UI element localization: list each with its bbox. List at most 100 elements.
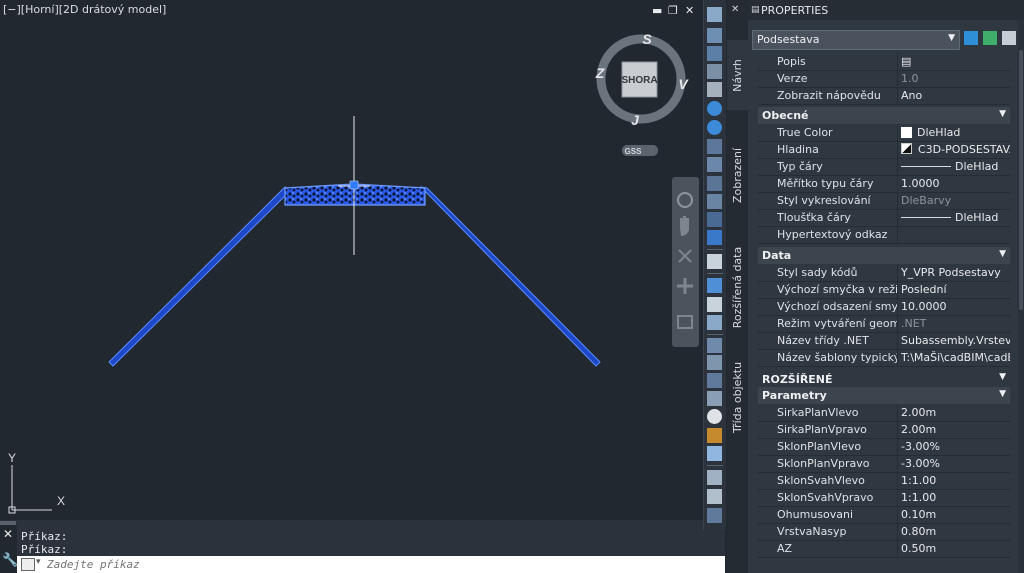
tab-zobrazeni[interactable]: Zobrazení <box>727 128 748 223</box>
property-row[interactable]: Režim vytváření geometrie.NET <box>758 315 1010 333</box>
properties-palette: ▤ PROPERTIES Podsestava ▼ Popis ▤ Verze 1.… <box>748 0 1024 573</box>
command-history-line: Příkaz: <box>21 530 68 543</box>
property-row[interactable]: Styl sady kódů Y_VPR Podsestavy <box>758 264 1010 282</box>
toolbar-separator <box>707 465 723 466</box>
toggle-pickadd-icon[interactable] <box>1002 31 1016 45</box>
toolbar-tool-icon[interactable] <box>707 176 722 191</box>
toolbar-tool-icon[interactable] <box>707 212 722 227</box>
property-row[interactable]: Výchozí smyčka v režimu...Poslední <box>758 281 1010 299</box>
property-row[interactable]: Měřítko typu čáry 1.0000 <box>758 175 1010 193</box>
ucs-x-label: X <box>57 494 65 508</box>
toolbar-tool-icon[interactable] <box>707 230 722 245</box>
command-line-grip[interactable] <box>0 521 16 525</box>
close-icon[interactable]: ✕ <box>731 4 743 16</box>
properties-title-bar[interactable]: ▤ PROPERTIES <box>748 0 1024 20</box>
compass-west: Z <box>595 65 605 81</box>
property-row[interactable]: Hypertextový odkaz <box>758 226 1010 244</box>
property-row[interactable]: Tloušťka čáry DleHlad <box>758 209 1010 227</box>
toolbar-tool-icon[interactable] <box>707 391 722 406</box>
palette-tabs: ✕ Návrh Zobrazení Rozšířená data Třída o… <box>727 0 748 573</box>
toolbar-tool-icon[interactable] <box>707 64 722 79</box>
quick-select-icon[interactable] <box>964 31 978 45</box>
subassembly-drawing[interactable]: SHORA S V J Z GSS <box>0 0 703 520</box>
toolbar-tool-icon[interactable] <box>707 139 722 154</box>
toolbar-tool-icon[interactable] <box>707 315 722 330</box>
select-objects-icon[interactable] <box>983 31 997 45</box>
toolbar-separator <box>707 273 723 274</box>
property-row[interactable]: Výchozí odsazení smyčky...10.0000 <box>758 298 1010 316</box>
property-row[interactable]: SirkaPlanVlevo 2.00m <box>758 404 1010 422</box>
properties-scrollbar[interactable] <box>1018 20 1024 573</box>
category-parametry[interactable]: Parametry ▼ <box>758 387 1010 404</box>
command-history-line: Příkaz: <box>21 543 68 556</box>
toolbar-tool-icon[interactable] <box>707 470 722 485</box>
toolbar-tool-icon[interactable] <box>707 355 722 370</box>
property-row[interactable]: SklonSvahVpravo 1:1.00 <box>758 489 1010 507</box>
viewcube-face-label: SHORA <box>621 75 657 86</box>
property-row[interactable]: Zobrazit nápovědu Ano <box>758 87 1010 105</box>
toolbar-tool-icon[interactable] <box>707 7 722 22</box>
command-icon[interactable] <box>21 558 35 571</box>
property-row[interactable]: Styl vykreslování DleBarvy <box>758 192 1010 210</box>
property-row[interactable]: True Color DleHlad <box>758 124 1010 142</box>
toolbar-tool-icon[interactable] <box>707 194 722 209</box>
property-row[interactable]: SirkaPlanVpravo 2.00m <box>758 421 1010 439</box>
toolbar-tool-icon[interactable] <box>707 508 722 523</box>
toolbar-tool-icon[interactable] <box>707 338 722 353</box>
menu-icon[interactable]: ▤ <box>751 5 760 15</box>
compass-north: S <box>642 31 652 47</box>
toolbar-separator <box>707 249 723 250</box>
wrench-icon[interactable]: 🔧 <box>2 553 18 568</box>
linetype-preview <box>901 166 951 167</box>
property-row[interactable]: AZ 0.50m <box>758 540 1010 558</box>
toolbar-tool-icon[interactable] <box>707 157 722 172</box>
globe-icon[interactable] <box>707 101 722 116</box>
property-row[interactable]: SklonSvahVlevo 1:1.00 <box>758 472 1010 490</box>
compass-south: J <box>631 112 640 128</box>
command-line-tools: ✕ 🔧 <box>0 525 18 573</box>
property-row[interactable]: Hladina C3D-PODSESTAVA <box>758 141 1010 159</box>
viewcube[interactable]: SHORA S V J Z GSS <box>595 31 690 156</box>
undo-icon[interactable] <box>707 278 722 293</box>
toolbar-tool-icon[interactable] <box>707 82 722 97</box>
ucs-icon: Y X <box>8 451 65 514</box>
toolbar-tool-icon[interactable] <box>707 446 722 461</box>
property-row[interactable]: Název třídy .NETSubassembly.Vrstevnat... <box>758 332 1010 350</box>
property-row[interactable]: Verze 1.0 <box>758 70 1010 88</box>
toolbar-tool-icon[interactable] <box>707 254 722 269</box>
compass-east: V <box>678 76 689 92</box>
chevron-down-icon[interactable]: ▾ <box>36 557 41 567</box>
command-input[interactable] <box>47 558 647 571</box>
toolbar-tool-icon[interactable] <box>707 489 722 504</box>
property-row[interactable]: Ohumusovani 0.10m <box>758 506 1010 524</box>
navigation-bar[interactable] <box>672 177 699 347</box>
tab-rozsirena-data[interactable]: Rozšířená data <box>727 232 748 342</box>
description-icon: ▤ <box>901 55 912 68</box>
layer-icon <box>901 143 912 154</box>
toolbar-tool-icon[interactable] <box>707 373 722 388</box>
category-data[interactable]: Data ▼ <box>758 247 1010 264</box>
property-row[interactable]: SklonPlanVlevo -3.00% <box>758 438 1010 456</box>
globe-icon[interactable] <box>707 120 722 135</box>
drawing-viewport[interactable]: [−][Horní][2D drátový model] ▬ ❐ ✕ SHORA… <box>0 0 703 520</box>
category-rozsirene[interactable]: ROZŠÍŘENÉ ▼ <box>758 370 1010 387</box>
property-row[interactable]: VrstvaNasyp 0.80m <box>758 523 1010 541</box>
property-row[interactable]: Název šablony typických...T:\MaŠi\cadBIM… <box>758 349 1010 367</box>
tab-trida-objektu[interactable]: Třída objektu <box>727 350 748 445</box>
scrollbar-thumb[interactable] <box>1019 50 1023 310</box>
object-type-select[interactable]: Podsestava ▼ <box>752 30 960 50</box>
property-row[interactable]: SklonPlanVpravo -3.00% <box>758 455 1010 473</box>
category-obecne[interactable]: Obecné ▼ <box>758 107 1010 124</box>
toolbar-tool-icon[interactable] <box>707 409 722 424</box>
toolbar-tool-icon[interactable] <box>707 428 722 443</box>
toolbar-tool-icon[interactable] <box>707 46 722 61</box>
left-embankment-slope <box>108 186 292 367</box>
toolbar-tool-icon[interactable] <box>707 297 722 312</box>
property-row[interactable]: Typ čáry DleHlad <box>758 158 1010 176</box>
close-icon[interactable]: ✕ <box>3 527 13 541</box>
ucs-y-label: Y <box>8 451 16 465</box>
property-row[interactable]: Popis ▤ <box>758 53 1010 71</box>
tab-navrh[interactable]: Návrh <box>727 40 748 110</box>
command-input-row[interactable]: ▾ <box>17 556 725 573</box>
toolbar-tool-icon[interactable] <box>707 28 722 43</box>
